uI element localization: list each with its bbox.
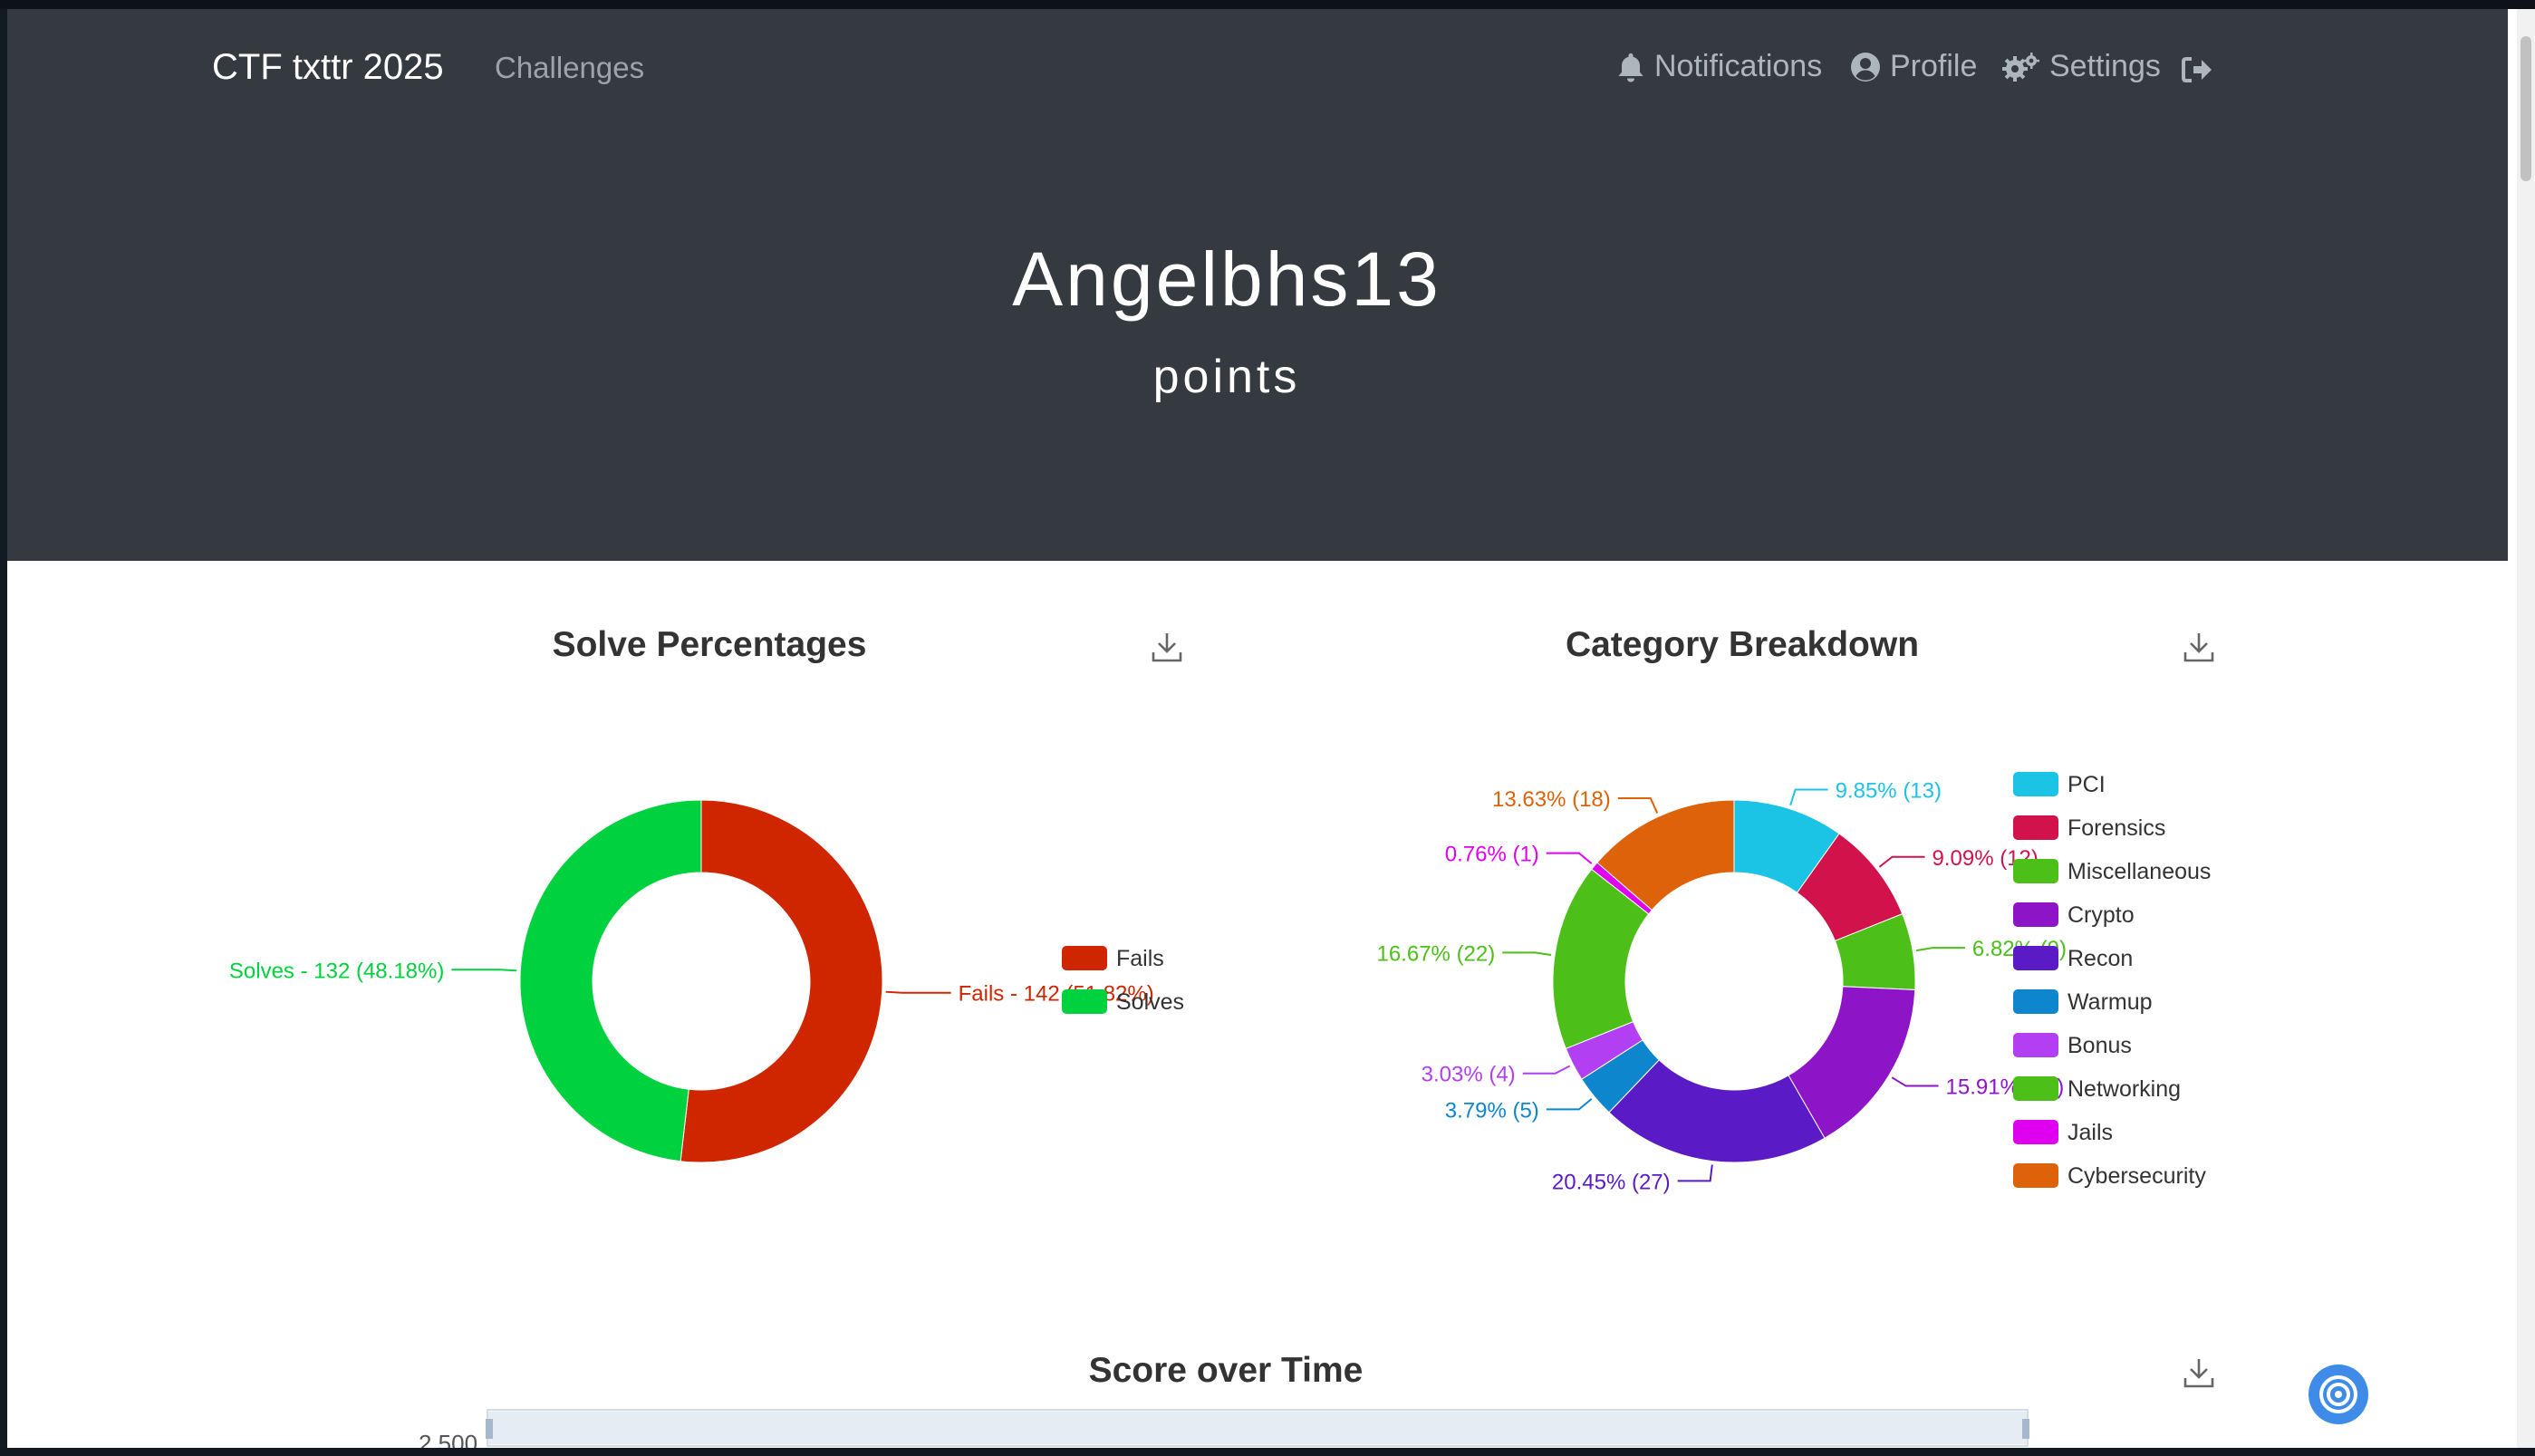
- pie-data-label: 3.03% (4): [1422, 1063, 1516, 1087]
- pie-label-line: [1617, 797, 1659, 814]
- legend-label[interactable]: Jails: [2068, 1120, 2113, 1145]
- pie-data-label: 3.79% (5): [1445, 1098, 1539, 1123]
- pie-slice-fails[interactable]: [680, 799, 883, 1163]
- pie-label-line: [1878, 855, 1925, 868]
- legend-swatch[interactable]: [2013, 859, 2058, 883]
- pie-data-label: 0.76% (1): [1445, 843, 1539, 867]
- legend-label[interactable]: Solves: [1116, 989, 1184, 1015]
- slider-handle-right[interactable]: [2022, 1419, 2029, 1439]
- legend-label[interactable]: Cybersecurity: [2068, 1163, 2206, 1189]
- page-scrollbar[interactable]: [2517, 9, 2535, 1451]
- target-icon: [2319, 1375, 2357, 1413]
- legend-swatch[interactable]: [1062, 946, 1107, 970]
- pie-label-line: [1891, 1076, 1939, 1087]
- legend-swatch[interactable]: [2013, 1076, 2058, 1101]
- pie-label-line: [1916, 947, 1965, 952]
- legend-label[interactable]: Bonus: [2068, 1033, 2132, 1058]
- pie-label-line: [1789, 788, 1828, 805]
- legend-label[interactable]: PCI: [2068, 772, 2106, 797]
- pie-label-line: [1546, 1098, 1593, 1111]
- legend-label[interactable]: Recon: [2068, 946, 2133, 971]
- pie-data-label: 9.85% (13): [1836, 779, 1942, 804]
- pie-data-label: 16.67% (22): [1377, 941, 1496, 966]
- window-top-strip: [0, 0, 2535, 9]
- window-bottom-strip: [0, 1448, 2535, 1456]
- pie-data-label: 13.63% (18): [1492, 787, 1611, 812]
- legend-swatch[interactable]: [2013, 1120, 2058, 1144]
- legend-swatch[interactable]: [2013, 902, 2058, 927]
- legend-label[interactable]: Crypto: [2068, 902, 2135, 928]
- pie-label-line: [1546, 852, 1593, 864]
- scrollbar-thumb[interactable]: [2521, 36, 2531, 181]
- pie-label-line: [885, 990, 951, 994]
- pie-data-label: 20.45% (27): [1552, 1170, 1671, 1194]
- legend-swatch[interactable]: [2013, 1163, 2058, 1188]
- pie-label-line: [451, 969, 517, 972]
- legend-swatch[interactable]: [2013, 946, 2058, 970]
- pie-data-label: Solves - 132 (48.18%): [229, 959, 444, 983]
- score-zoom-slider[interactable]: [486, 1409, 2029, 1447]
- legend-swatch[interactable]: [1062, 989, 1107, 1014]
- legend-swatch[interactable]: [2013, 815, 2058, 840]
- legend-label[interactable]: Networking: [2068, 1076, 2181, 1102]
- legend-swatch[interactable]: [2013, 1033, 2058, 1057]
- browser-viewport: CTF txttr 2025 Challenges Notifications …: [7, 9, 2517, 1451]
- pie-label-line: [1522, 1065, 1571, 1075]
- legend-label[interactable]: Warmup: [2068, 989, 2153, 1015]
- legend-label[interactable]: Fails: [1116, 946, 1164, 971]
- legend-label[interactable]: Miscellaneous: [2068, 859, 2211, 884]
- legend-swatch[interactable]: [2013, 989, 2058, 1014]
- legend-swatch[interactable]: [2013, 772, 2058, 796]
- pie-slice-solves[interactable]: [519, 799, 702, 1162]
- floating-action-button[interactable]: [2308, 1364, 2368, 1424]
- legend-label[interactable]: Forensics: [2068, 815, 2165, 841]
- pie-label-line: [1502, 951, 1552, 956]
- charts-canvas: 2,500 Fails - 142 (51.82%)Solves - 132 (…: [229, 772, 2211, 1451]
- slider-handle-left[interactable]: [486, 1419, 493, 1439]
- pie-label-line: [1677, 1164, 1713, 1182]
